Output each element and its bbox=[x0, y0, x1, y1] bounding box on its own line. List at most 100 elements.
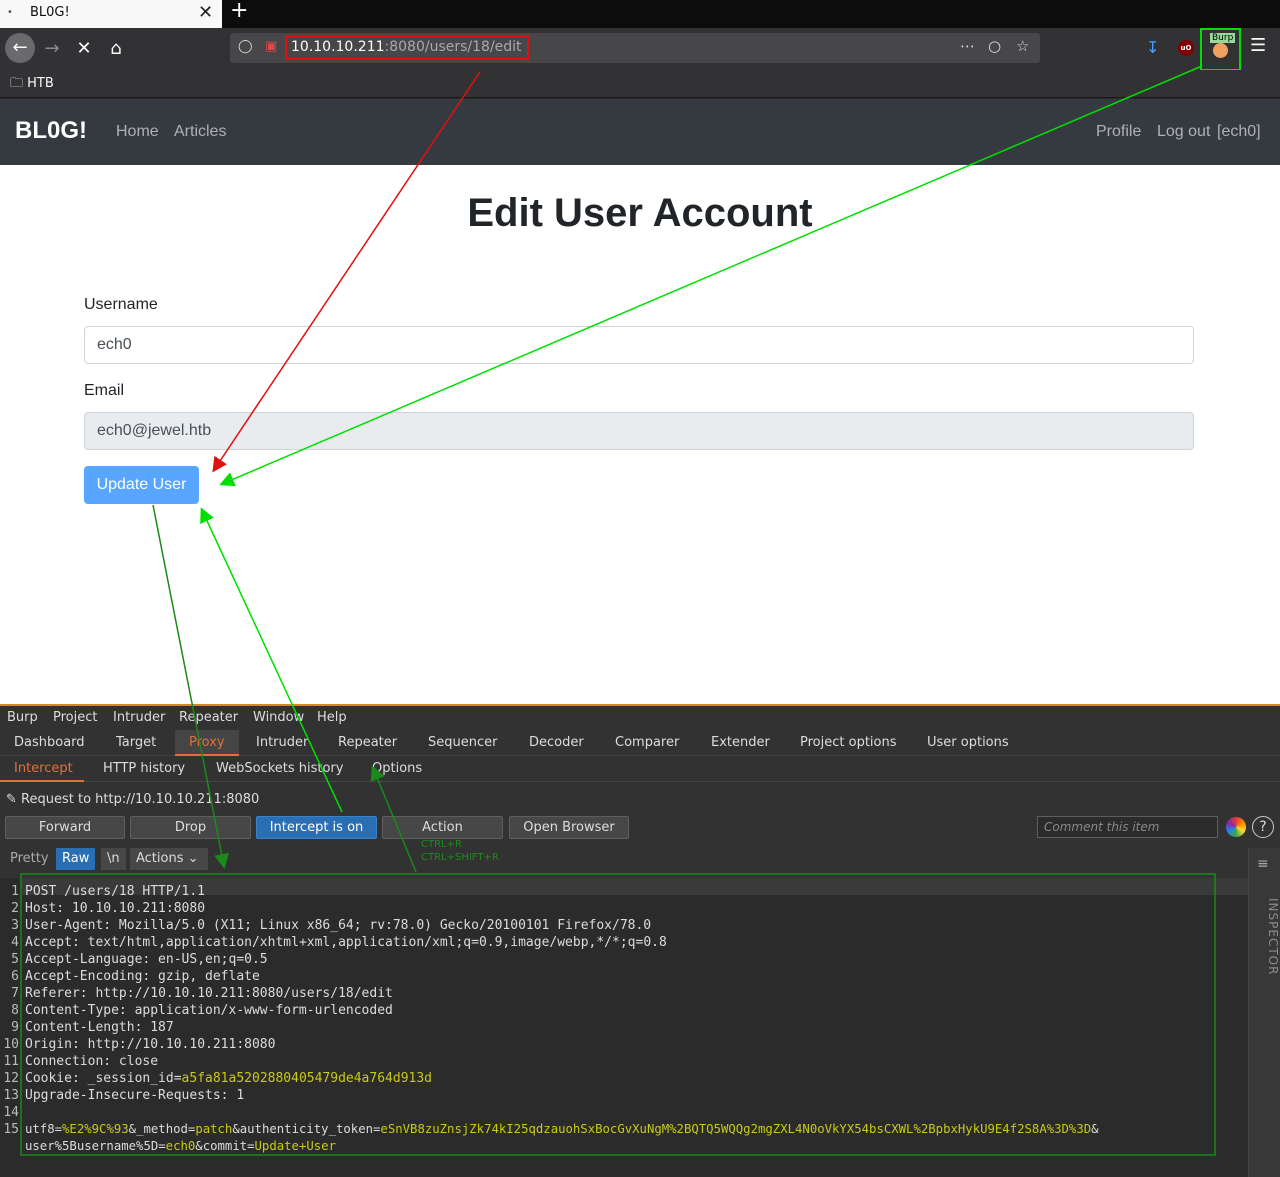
proxy-subtab-intercept[interactable]: Intercept bbox=[14, 761, 73, 776]
inspector-panel[interactable]: ≡ INSPECTOR bbox=[1248, 848, 1280, 1177]
inspector-menu-icon[interactable]: ≡ bbox=[1257, 856, 1269, 872]
proxy-subtab-websockets-history[interactable]: WebSockets history bbox=[216, 761, 343, 776]
request-line: Accept-Encoding: gzip, deflate bbox=[25, 969, 260, 984]
request-line: Accept-Language: en-US,en;q=0.5 bbox=[25, 952, 268, 967]
url-host: 10.10.10.211 bbox=[291, 39, 385, 55]
burp-tab-sequencer[interactable]: Sequencer bbox=[428, 735, 497, 750]
tab-loading-indicator: • bbox=[7, 7, 13, 18]
help-icon[interactable]: ? bbox=[1252, 816, 1274, 838]
hamburger-menu-icon[interactable]: ☰ bbox=[1250, 35, 1266, 56]
line-number: 2 bbox=[11, 901, 19, 916]
url-text[interactable]: 10.10.10.211:8080/users/18/edit bbox=[285, 35, 529, 60]
burp-menu-intruder[interactable]: Intruder bbox=[113, 710, 165, 725]
page-actions-menu-icon[interactable]: ⋯ bbox=[960, 37, 975, 55]
address-bar[interactable]: ◯ ▣ 10.10.10.211:8080/users/18/edit ⋯ ○ … bbox=[230, 33, 1040, 63]
site-navbar: BL0G! Home Articles Profile Log out [ech… bbox=[0, 99, 1280, 165]
insecure-lock-icon[interactable]: ▣ bbox=[265, 39, 277, 54]
page-title: Edit User Account bbox=[467, 191, 813, 235]
line-number: 7 bbox=[11, 986, 19, 1001]
line-number: 5 bbox=[11, 952, 19, 967]
action-button[interactable]: Action bbox=[382, 816, 503, 839]
actions-label: Actions bbox=[136, 851, 184, 866]
pencil-icon[interactable]: ✎ bbox=[6, 792, 17, 807]
new-tab-icon[interactable]: + bbox=[230, 0, 248, 23]
request-line: POST /users/18 HTTP/1.1 bbox=[25, 884, 206, 899]
request-line: User-Agent: Mozilla/5.0 (X11; Linux x86_… bbox=[25, 918, 652, 933]
nav-link-profile[interactable]: Profile bbox=[1096, 123, 1141, 141]
line-number: 8 bbox=[11, 1003, 19, 1018]
pocket-icon[interactable]: ○ bbox=[988, 37, 1001, 55]
request-line: Host: 10.10.10.211:8080 bbox=[25, 901, 206, 916]
email-label: Email bbox=[84, 382, 125, 399]
burp-menu-repeater[interactable]: Repeater bbox=[179, 710, 238, 725]
line-number: 1 bbox=[11, 884, 19, 899]
close-tab-icon[interactable]: ✕ bbox=[198, 0, 213, 26]
burp-main-tabs: Dashboard Target Proxy Intruder Repeater Sequ… bbox=[0, 730, 1280, 756]
request-editor[interactable]: 1 POST /users/18 HTTP/1.1 2 Host: 10.10.10.… bbox=[0, 878, 1248, 1177]
request-target-text: Request to http://10.10.10.211:8080 bbox=[21, 792, 260, 807]
nav-link-articles[interactable]: Articles bbox=[174, 123, 226, 141]
pretty-view-tab[interactable]: Pretty bbox=[4, 848, 55, 870]
line-number: 6 bbox=[11, 969, 19, 984]
line-number: 10 bbox=[3, 1037, 19, 1052]
proxy-subtab-options[interactable]: Options bbox=[372, 761, 422, 776]
burp-tab-extender[interactable]: Extender bbox=[711, 735, 770, 750]
intercept-toggle-button[interactable]: Intercept is on bbox=[256, 816, 377, 839]
burp-tab-repeater[interactable]: Repeater bbox=[338, 735, 397, 750]
proxy-subtab-http-history[interactable]: HTTP history bbox=[103, 761, 185, 776]
shortcut-annotation: CTRL+R CTRL+SHIFT+R bbox=[421, 838, 499, 864]
shortcut-switch-to-repeater: CTRL+SHIFT+R bbox=[421, 852, 499, 863]
burp-tab-intruder[interactable]: Intruder bbox=[256, 735, 308, 750]
downloads-arrow-icon[interactable]: ↧ bbox=[1146, 38, 1159, 57]
burp-menu-help[interactable]: Help bbox=[317, 710, 347, 725]
username-field[interactable]: ech0 bbox=[84, 326, 1194, 364]
ublock-origin-icon[interactable]: uO bbox=[1178, 40, 1194, 56]
request-line: Cookie: _session_id=a5fa81a5202880405479… bbox=[25, 1071, 432, 1086]
drop-button[interactable]: Drop bbox=[130, 816, 251, 839]
nav-link-home[interactable]: Home bbox=[116, 123, 159, 141]
burp-tab-dashboard[interactable]: Dashboard bbox=[14, 735, 85, 750]
url-path: :8080/users/18/edit bbox=[384, 39, 522, 55]
tracking-protection-shield-icon[interactable]: ◯ bbox=[238, 39, 253, 54]
burp-tab-target[interactable]: Target bbox=[116, 735, 156, 750]
comment-input[interactable]: Comment this item bbox=[1037, 816, 1218, 838]
burp-badge: Burp bbox=[1210, 33, 1236, 43]
burp-menu-project[interactable]: Project bbox=[53, 710, 97, 725]
burp-tab-user-options[interactable]: User options bbox=[927, 735, 1009, 750]
forward-arrow-icon[interactable]: → bbox=[38, 35, 66, 63]
browser-toolbar: ← → ✕ ⌂ ◯ ▣ 10.10.10.211:8080/users/18/e… bbox=[0, 28, 1280, 71]
home-icon[interactable]: ⌂ bbox=[102, 35, 130, 63]
nav-link-logout[interactable]: Log out bbox=[1157, 123, 1210, 141]
request-line: Content-Length: 187 bbox=[25, 1020, 174, 1035]
bookmark-star-icon[interactable]: ☆ bbox=[1016, 37, 1029, 55]
username-label: Username bbox=[84, 296, 158, 313]
burp-menu-burp[interactable]: Burp bbox=[7, 710, 38, 725]
burp-tab-project-options[interactable]: Project options bbox=[800, 735, 897, 750]
browser-tab[interactable]: • BL0G! ✕ bbox=[0, 0, 222, 28]
open-browser-button[interactable]: Open Browser bbox=[509, 816, 629, 839]
site-brand[interactable]: BL0G! bbox=[15, 117, 87, 145]
burp-tab-comparer[interactable]: Comparer bbox=[615, 735, 679, 750]
stop-loading-icon[interactable]: ✕ bbox=[70, 35, 98, 63]
burp-proxy-extension-icon[interactable]: Burp bbox=[1200, 28, 1241, 71]
show-newlines-toggle[interactable]: \n bbox=[101, 848, 126, 870]
forward-button[interactable]: Forward bbox=[5, 816, 125, 839]
raw-view-tab[interactable]: Raw bbox=[56, 848, 96, 870]
burp-menu-window[interactable]: Window bbox=[253, 710, 304, 725]
folder-icon: 🗀 bbox=[10, 76, 24, 91]
back-arrow-icon[interactable]: ← bbox=[5, 33, 35, 63]
nav-current-user: [ech0] bbox=[1217, 123, 1261, 140]
current-line-highlight bbox=[22, 878, 1248, 895]
request-body-line: user%5Busername%5D=ech0&commit=Update+Us… bbox=[25, 1139, 336, 1153]
tab-strip: • BL0G! ✕ + bbox=[0, 0, 1280, 28]
line-number: 14 bbox=[3, 1105, 19, 1120]
highlight-color-icon[interactable] bbox=[1226, 817, 1246, 837]
burp-tab-proxy[interactable]: Proxy bbox=[189, 735, 225, 750]
bookmark-folder-htb[interactable]: 🗀 HTB bbox=[10, 74, 54, 96]
burp-tab-decoder[interactable]: Decoder bbox=[529, 735, 584, 750]
email-field: ech0@jewel.htb bbox=[84, 412, 1194, 450]
request-line: Connection: close bbox=[25, 1054, 159, 1069]
update-user-button[interactable]: Update User bbox=[84, 466, 199, 504]
editor-actions-dropdown[interactable]: Actions ⌄ bbox=[130, 848, 208, 870]
bookmarks-toolbar: 🗀 HTB bbox=[0, 70, 1280, 98]
